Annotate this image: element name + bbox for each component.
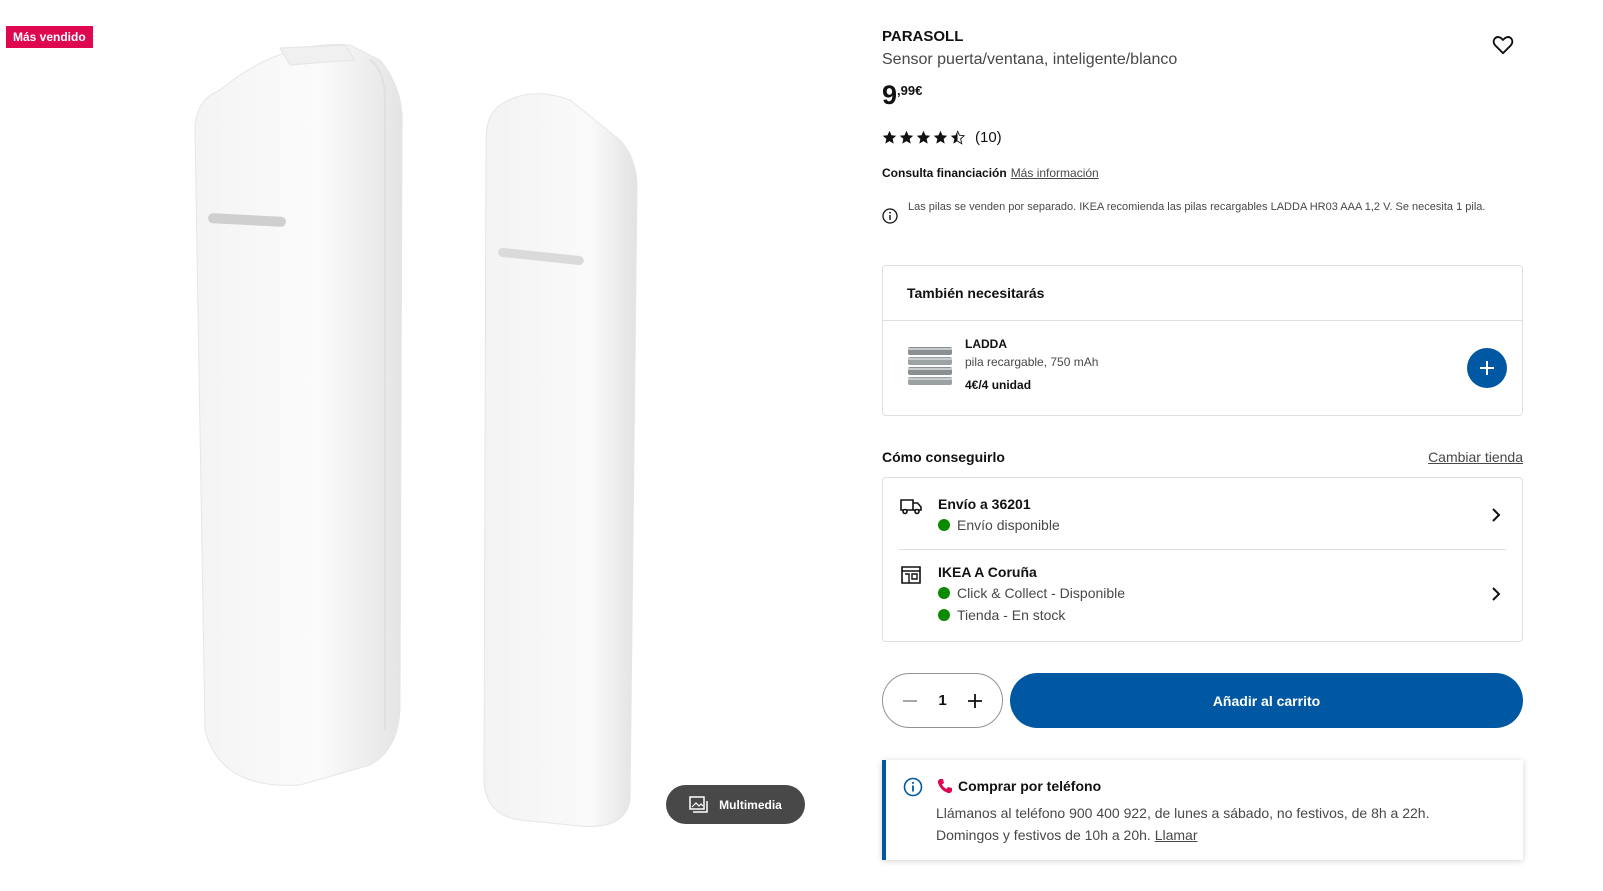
finance-row: Consulta financiación Más información [882,166,1099,180]
also-need-title: También necesitarás [907,285,1045,301]
bestseller-badge: Más vendido [6,26,93,48]
phone-icon [937,779,952,794]
also-item-price: 4€/4 unidad [965,378,1032,392]
quantity-value[interactable]: 1 [938,692,946,709]
also-item-name[interactable]: LADDA [965,337,1007,351]
also-item-description: pila recargable, 750 mAh [965,355,1099,369]
star-icon [882,130,897,144]
info-icon [882,208,898,224]
delivery-status: Envío disponible [938,517,1060,533]
increase-quantity-button[interactable] [965,691,985,711]
how-to-get-title: Cómo conseguirlo [882,449,1005,465]
available-dot [938,609,950,621]
battery-thumbnail[interactable] [907,344,953,390]
chevron-right-icon [1492,587,1501,601]
rating-count: (10) [975,129,1002,146]
info-icon [903,777,923,797]
quantity-stepper: 1 [882,673,1003,728]
delivery-title: Envío a 36201 [938,496,1031,512]
price-decimal: ,99€ [897,83,923,98]
product-name: PARASOLL [882,28,964,45]
add-accessory-button[interactable] [1467,348,1507,388]
decrease-quantity-button[interactable] [900,691,920,711]
star-icon [899,130,914,144]
available-dot [938,519,950,531]
chevron-right-icon [1492,508,1501,522]
divider [883,320,1522,321]
click-collect-status: Click & Collect - Disponible [938,585,1125,601]
finance-link[interactable]: Más información [1011,166,1099,180]
phone-order-box: Comprar por teléfono Llámanos al teléfon… [882,760,1523,860]
phone-title: Comprar por teléfono [958,778,1102,794]
plus-icon [968,693,982,708]
multimedia-button[interactable]: Multimedia [666,785,805,824]
price-integer: 9 [882,80,898,110]
multimedia-label: Multimedia [719,797,782,812]
change-store-link[interactable]: Cambiar tienda [1428,449,1523,465]
minus-icon [903,699,917,702]
store-icon [901,566,921,584]
plus-icon [1480,361,1494,375]
delivery-status-text: Envío disponible [957,517,1060,533]
product-image [194,44,638,827]
gallery-icon [689,795,708,813]
store-title: IKEA A Coruña [938,564,1037,580]
notice-text: Las pilas se venden por separado. IKEA r… [908,201,1486,213]
product-price: 9,99€ [882,80,922,111]
star-icon [916,130,931,144]
battery-notice: Las pilas se venden por separado. IKEA r… [882,199,1523,224]
how-to-get-card: Envío a 36201 Envío disponible IKEA A Co… [882,477,1523,642]
product-description: Sensor puerta/ventana, inteligente/blanc… [882,51,1178,68]
call-link[interactable]: Llamar [1155,827,1198,843]
rating[interactable]: (10) [882,129,1002,146]
half-star-icon [950,130,965,145]
in-store-text: Tienda - En stock [957,607,1066,623]
store-option[interactable]: IKEA A Coruña Click & Collect - Disponib… [883,549,1522,642]
click-collect-text: Click & Collect - Disponible [957,585,1126,601]
available-dot [938,587,950,599]
also-need-card: También necesitarás LADDA pila recargabl… [882,265,1523,416]
phone-text: Llámanos al teléfono 900 400 922, de lun… [936,802,1496,846]
truck-icon [900,499,922,515]
finance-label: Consulta financiación [882,166,1007,180]
add-to-cart-button[interactable]: Añadir al carrito [1010,673,1523,728]
in-store-status: Tienda - En stock [938,607,1065,623]
star-icon [933,130,948,144]
delivery-option[interactable]: Envío a 36201 Envío disponible [883,478,1522,549]
heart-icon[interactable] [1492,35,1514,55]
